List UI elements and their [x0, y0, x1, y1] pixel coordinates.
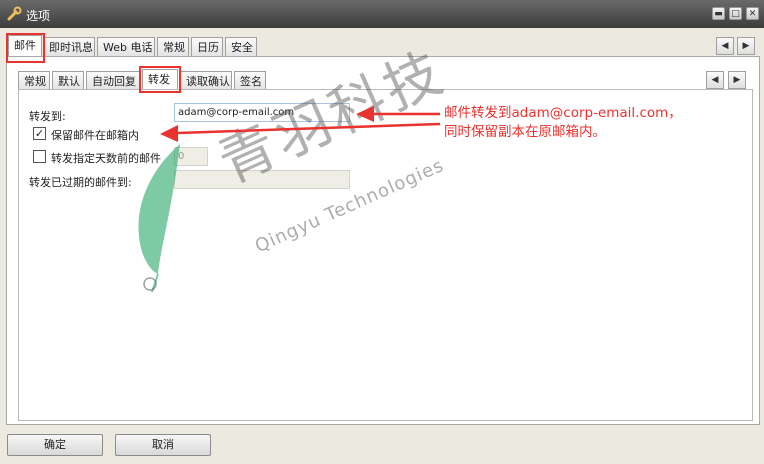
cancel-button[interactable]: 取消	[115, 434, 211, 456]
options-window: 选项 ▬ □ ✕ 邮件 即时讯息 Web 电话 常规 日历 安全 ◀ ▶ 常规 …	[0, 0, 764, 464]
annotation-line-2: 同时保留副本在原邮箱内。	[444, 124, 606, 140]
ok-button[interactable]: 确定	[7, 434, 103, 456]
annotation-line-1: 邮件转发到adam@corp-email.com，	[444, 105, 682, 121]
annotation-arrows	[160, 106, 441, 142]
